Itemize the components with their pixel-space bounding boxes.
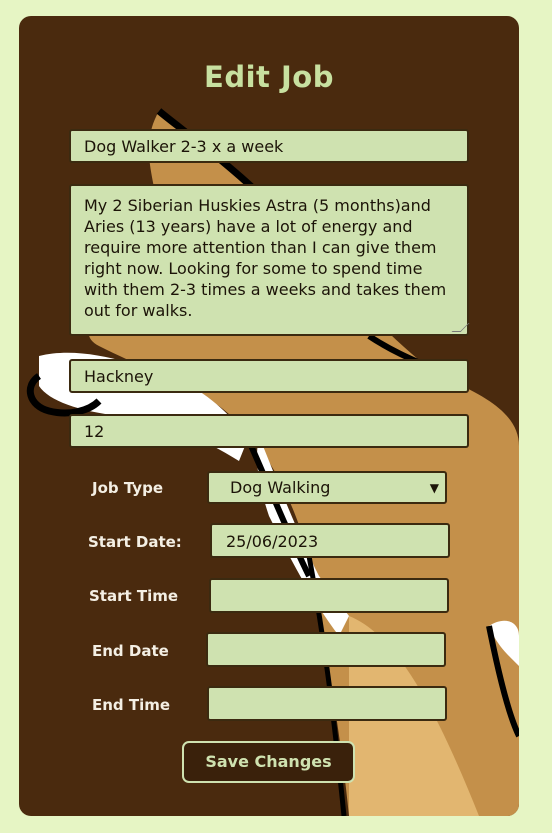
- description-text: My 2 Siberian Huskies Astra (5 months)an…: [84, 196, 447, 320]
- start-date-input[interactable]: 25/06/2023: [210, 523, 450, 558]
- job-type-selected: Dog Walking: [230, 478, 331, 497]
- end-time-label: End Time: [92, 696, 171, 714]
- start-time-label: Start Time: [89, 587, 179, 605]
- end-date-input[interactable]: [206, 632, 446, 667]
- job-type-label: Job Type: [92, 479, 163, 497]
- start-time-input[interactable]: [209, 578, 449, 613]
- end-time-input[interactable]: [207, 686, 447, 721]
- resize-handle-icon[interactable]: [451, 323, 470, 332]
- description-textarea[interactable]: My 2 Siberian Huskies Astra (5 months)an…: [69, 184, 470, 336]
- edit-job-card: Edit Job Dog Walker 2-3 x a week My 2 Si…: [19, 16, 519, 816]
- chevron-down-icon: ▼: [429, 480, 439, 495]
- job-title-input[interactable]: Dog Walker 2-3 x a week: [69, 129, 469, 163]
- save-changes-button[interactable]: Save Changes: [182, 741, 355, 783]
- end-date-label: End Date: [92, 642, 169, 660]
- location-input[interactable]: Hackney: [69, 359, 469, 393]
- pay-input[interactable]: 12: [69, 414, 469, 448]
- start-date-label: Start Date:: [88, 533, 182, 551]
- job-type-select[interactable]: Dog Walking ▼: [207, 471, 447, 504]
- page-title: Edit Job: [204, 60, 334, 94]
